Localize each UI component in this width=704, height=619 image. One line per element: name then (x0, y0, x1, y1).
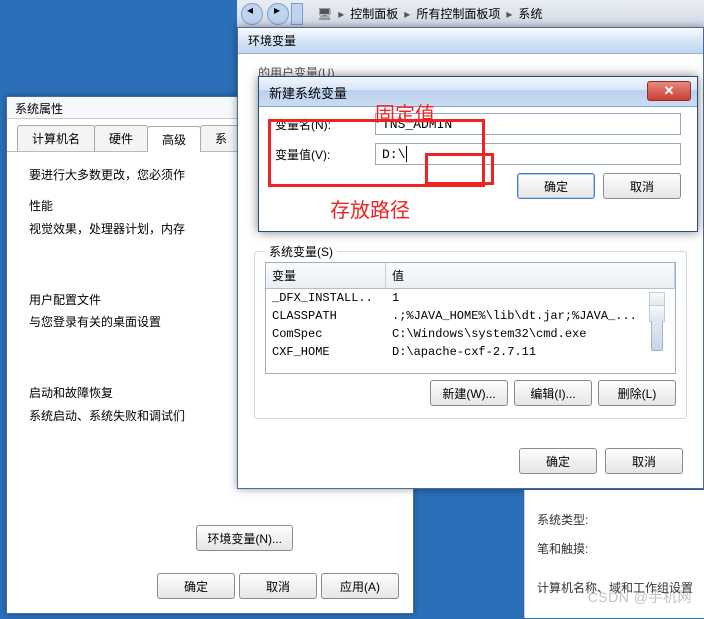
var-value-text: D:\ (382, 147, 405, 162)
chevron-right-icon: ▸ (274, 3, 280, 17)
computer-name-section-label: 计算机名称、域和工作组设置 (537, 574, 696, 603)
sp-cancel-button[interactable]: 取消 (239, 573, 317, 599)
table-row[interactable]: _DFX_INSTALL.. 1 (266, 289, 675, 307)
newvar-title: 新建系统变量 ✕ (259, 77, 697, 107)
tab-advanced[interactable]: 高级 (147, 126, 201, 152)
new-var-button[interactable]: 新建(W)... (430, 380, 508, 406)
table-row[interactable]: CLASSPATH .;%JAVA_HOME%\lib\dt.jar;%JAVA… (266, 307, 675, 325)
close-button[interactable]: ✕ (647, 81, 691, 101)
newvar-cancel-button[interactable]: 取消 (603, 173, 681, 199)
scrollbar[interactable] (649, 292, 665, 322)
tab-hardware[interactable]: 硬件 (94, 125, 148, 151)
breadcrumb-a[interactable]: 控制面板 (350, 5, 398, 22)
pen-touch-label: 笔和触摸: (537, 535, 696, 564)
var-value-input[interactable]: D:\ (375, 143, 681, 165)
system-info-panel: 系统类型: 笔和触摸: 计算机名称、域和工作组设置 (524, 490, 704, 618)
new-system-variable-dialog: 新建系统变量 ✕ 变量名(N): 变量值(V): D:\ 确定 取消 (258, 76, 698, 232)
system-vars-group: 系统变量(S) 变量 值 _DFX_INSTALL.. 1 CLASSPATH … (254, 251, 687, 419)
mon-icon: 🖥 (317, 7, 332, 21)
table-row[interactable]: ComSpec C:\Windows\system32\cmd.exe (266, 325, 675, 343)
col-value[interactable]: 值 (386, 263, 675, 288)
scroll-thumb[interactable] (651, 309, 663, 351)
breadcrumb-c[interactable]: 系统 (518, 5, 542, 22)
text-cursor (406, 146, 407, 162)
breadcrumb-bar: ◂ ▸ 🖥 ▸ 控制面板 ▸ 所有控制面板项 ▸ 系统 (237, 0, 704, 28)
delete-var-button[interactable]: 删除(L) (598, 380, 676, 406)
var-value-label: 变量值(V): (275, 146, 375, 163)
chevron-left-icon: ◂ (247, 3, 253, 17)
env-cancel-button[interactable]: 取消 (605, 448, 683, 474)
env-ok-button[interactable]: 确定 (519, 448, 597, 474)
tab-computer-name[interactable]: 计算机名 (17, 125, 95, 151)
breadcrumb-b[interactable]: 所有控制面板项 (416, 5, 500, 22)
tab-sys-prot[interactable]: 系 (200, 125, 242, 151)
system-vars-title: 系统变量(S) (265, 243, 337, 260)
system-type-label: 系统类型: (537, 506, 696, 535)
sp-apply-button[interactable]: 应用(A) (321, 573, 399, 599)
col-variable[interactable]: 变量 (266, 263, 386, 288)
var-name-label: 变量名(N): (275, 116, 375, 133)
newvar-ok-button[interactable]: 确定 (517, 173, 595, 199)
env-vars-button[interactable]: 环境变量(N)... (196, 525, 293, 551)
var-name-input[interactable] (375, 113, 681, 135)
newvar-title-text: 新建系统变量 (269, 86, 347, 101)
system-vars-table[interactable]: 变量 值 _DFX_INSTALL.. 1 CLASSPATH .;%JAVA_… (265, 262, 676, 374)
table-row[interactable]: CXF_HOME D:\apache-cxf-2.7.11 (266, 343, 675, 361)
close-icon: ✕ (664, 83, 675, 98)
env-title: 环境变量 (238, 28, 703, 54)
nav-history-dropdown[interactable] (291, 3, 303, 25)
edit-var-button[interactable]: 编辑(I)... (514, 380, 592, 406)
sp-ok-button[interactable]: 确定 (157, 573, 235, 599)
